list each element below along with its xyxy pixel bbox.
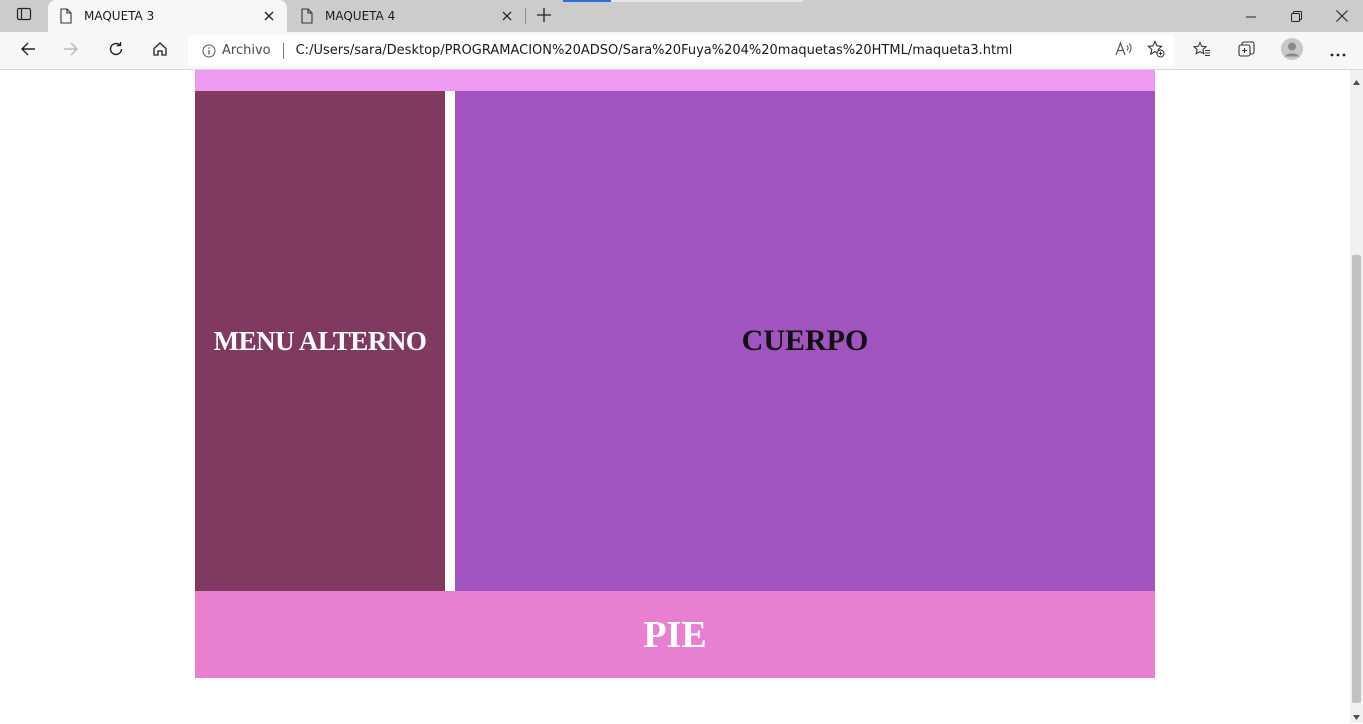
plus-icon [537,7,551,26]
favorites-button[interactable] [1187,36,1217,66]
page-icon [58,8,74,24]
more-button[interactable] [1323,36,1353,66]
add-favorite-button[interactable] [1142,37,1170,65]
site-info-label: Archivo [222,43,271,58]
tab-bar: MAQUETA 3 MAQUETA 4 [0,0,1363,32]
read-aloud-icon [1115,40,1133,61]
tab-separator [525,8,526,24]
tab-title: MAQUETA 3 [84,9,155,23]
loading-track [611,0,803,2]
profile-icon [1281,38,1303,64]
close-icon[interactable] [495,4,519,28]
scroll-up-button[interactable] [1350,72,1363,86]
page-viewport: MENU ALTERNO CUERPO PIE [0,70,1350,723]
minimize-button[interactable] [1228,0,1274,32]
menu-alterno-title: MENU ALTERNO [213,325,427,356]
cuerpo-title: CUERPO [741,324,869,357]
read-aloud-button[interactable] [1110,37,1138,65]
tab-actions-icon [16,6,32,26]
url-text[interactable]: C:/Users/sara/Desktop/PROGRAMACION%20ADS… [296,43,1110,58]
page-icon [299,8,315,24]
site-info[interactable]: Archivo [202,43,271,58]
add-favorite-icon [1147,39,1165,62]
close-icon[interactable] [257,4,281,28]
close-window-button[interactable] [1319,0,1363,32]
info-icon [202,44,216,58]
close-icon [1336,7,1348,26]
home-icon [152,41,168,61]
collections-button[interactable] [1231,36,1261,66]
address-divider [282,42,284,59]
refresh-icon [108,41,124,61]
loading-indicator [563,0,611,2]
pie-section: PIE [195,591,1155,678]
restore-icon [1290,7,1302,26]
forward-arrow-icon [63,41,79,61]
home-button[interactable] [145,36,175,66]
scroll-down-button[interactable] [1350,707,1363,721]
refresh-button[interactable] [101,36,131,66]
restore-button[interactable] [1273,0,1319,32]
browser-toolbar: Archivo C:/Users/sara/Desktop/PROGRAMACI… [0,32,1363,70]
favorites-icon [1192,41,1211,61]
collections-icon [1237,40,1255,62]
forward-button[interactable] [56,36,86,66]
address-bar[interactable]: Archivo C:/Users/sara/Desktop/PROGRAMACI… [188,35,1174,66]
column-gap [445,91,455,591]
cuerpo-section: CUERPO [455,91,1155,591]
vertical-scrollbar[interactable] [1350,70,1363,723]
menu-alterno-section: MENU ALTERNO [195,91,445,591]
tab-title: MAQUETA 4 [325,9,396,23]
new-tab-button[interactable] [532,4,556,28]
tab-maqueta-4[interactable]: MAQUETA 4 [289,0,525,32]
tab-maqueta-3[interactable]: MAQUETA 3 [48,0,287,32]
tab-actions-button[interactable] [10,6,38,26]
profile-button[interactable] [1277,36,1307,66]
pie-title: PIE [643,613,707,656]
minimize-icon [1246,7,1256,26]
more-icon [1330,42,1346,61]
header-section [195,70,1155,91]
back-arrow-icon [20,41,36,61]
back-button[interactable] [13,36,43,66]
triangle-down-icon [1353,705,1360,724]
triangle-up-icon [1353,70,1360,89]
scroll-thumb[interactable] [1352,255,1361,703]
